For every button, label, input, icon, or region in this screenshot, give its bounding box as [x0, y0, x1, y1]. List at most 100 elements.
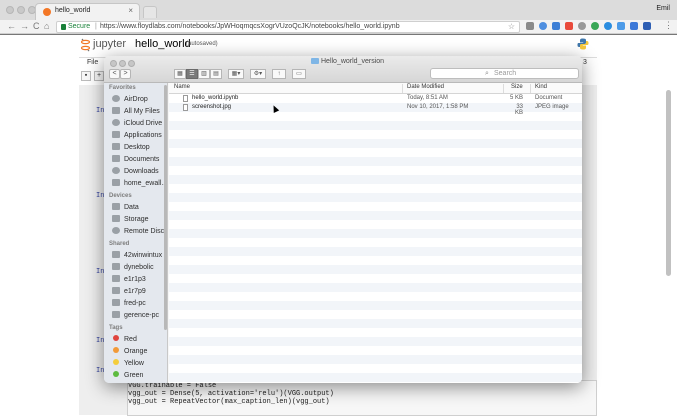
browser-tab-active[interactable]: hello_world ×: [35, 3, 140, 20]
column-header-kind[interactable]: Kind: [535, 84, 547, 90]
sidebar-item-label: Red: [124, 336, 137, 343]
tag-icon[interactable]: ▭: [292, 69, 306, 79]
file-row[interactable]: screenshot.jpg Nov 10, 2017, 1:58 PM 33 …: [169, 103, 582, 116]
extension-icon[interactable]: [526, 22, 534, 30]
home-icon[interactable]: ⌂: [44, 21, 49, 31]
sidebar-item-shared[interactable]: fred-pc: [112, 299, 166, 310]
sidebar-item-shared[interactable]: e1r1p3: [112, 275, 166, 286]
sidebar-item-icloud-drive[interactable]: iCloud Drive: [112, 119, 166, 130]
sidebar-item-label: Downloads: [124, 168, 159, 175]
url-text[interactable]: https://www.floydlabs.com/notebooks/JpWH…: [100, 23, 400, 30]
wifi-icon[interactable]: [578, 22, 586, 30]
chrome-profile-name[interactable]: Emil: [656, 5, 670, 12]
dialog-back-button[interactable]: <: [109, 69, 120, 79]
dialog-close-button[interactable]: [110, 60, 117, 67]
reload-icon[interactable]: C: [33, 21, 40, 31]
column-header-size[interactable]: Size: [511, 84, 523, 90]
coverflow-view-button[interactable]: ▤: [210, 69, 222, 79]
extension-icon[interactable]: [539, 22, 547, 30]
menu-file[interactable]: File: [87, 59, 98, 66]
sidebar-item-label: Remote Disc: [124, 228, 165, 235]
sidebar-item-label: fred-pc: [124, 300, 146, 307]
insert-cell-icon[interactable]: +: [94, 71, 104, 81]
sidebar-item-shared[interactable]: dynebolic: [112, 263, 166, 274]
dialog-zoom-button[interactable]: [128, 60, 135, 67]
sidebar-tag-orange[interactable]: Orange: [112, 347, 166, 358]
drive-icon: [112, 203, 120, 210]
sidebar-item-documents[interactable]: Documents: [112, 155, 166, 166]
sidebar-tag-yellow[interactable]: Yellow: [112, 359, 166, 370]
sidebar-item-airdrop[interactable]: AirDrop: [112, 95, 166, 106]
jupyter-logo-text[interactable]: jupyter: [93, 38, 126, 50]
column-divider[interactable]: [503, 84, 504, 93]
sidebar-item-label: dynebolic: [124, 264, 154, 271]
new-tab-button[interactable]: [143, 6, 157, 18]
tag-dot-icon: [113, 335, 119, 341]
back-icon[interactable]: ←: [7, 21, 16, 31]
dialog-forward-button[interactable]: >: [120, 69, 131, 79]
arrange-button[interactable]: ▦▾: [228, 69, 244, 79]
sidebar-item-storage[interactable]: Storage: [112, 215, 166, 226]
sidebar-item-label: home_ewall...: [124, 180, 168, 187]
list-view-button[interactable]: ☰: [186, 69, 198, 79]
file-browser-dialog: Hello_world_version < > ▦ ☰ ▥ ▤ ▦▾ ⚙▾ ↑ …: [104, 56, 582, 383]
sidebar-tag-red[interactable]: Red: [112, 335, 166, 346]
extension-icon[interactable]: [643, 22, 651, 30]
sidebar-tag-green[interactable]: Green: [112, 371, 166, 382]
sidebar-item-applications[interactable]: Applications: [112, 131, 166, 142]
sidebar-scrollbar[interactable]: [164, 85, 167, 330]
share-icon[interactable]: ↑: [272, 69, 286, 79]
code-cell[interactable]: VGG.trainable = False vgg_out = Dense(5,…: [127, 380, 597, 416]
file-list-header: Name Date Modified Size Kind: [169, 83, 582, 94]
tab-close-icon[interactable]: ×: [128, 6, 133, 15]
sidebar-item-label: Desktop: [124, 144, 150, 151]
sidebar-header-favorites: Favorites: [109, 85, 136, 91]
notebook-name[interactable]: hello_world: [135, 38, 191, 50]
sidebar-item-label: Storage: [124, 216, 149, 223]
chrome-menu-icon[interactable]: ⋮: [664, 20, 673, 31]
sidebar-item-all-my-files[interactable]: All My Files: [112, 107, 166, 118]
extension-icon[interactable]: [617, 22, 625, 30]
page-scrollbar[interactable]: [666, 90, 671, 276]
dialog-title-text: Hello_world_version: [321, 58, 385, 65]
tag-dot-icon: [113, 359, 119, 365]
bookmark-star-icon[interactable]: ☆: [508, 22, 515, 31]
action-gear-icon[interactable]: ⚙▾: [250, 69, 266, 79]
sidebar-item-remote-disc[interactable]: Remote Disc: [112, 227, 166, 238]
image-file-icon: [183, 104, 188, 111]
extension-icon[interactable]: [630, 22, 638, 30]
forward-icon[interactable]: →: [20, 21, 29, 31]
column-divider[interactable]: [530, 84, 531, 93]
sidebar-item-downloads[interactable]: Downloads: [112, 167, 166, 178]
sidebar-header-shared: Shared: [109, 241, 130, 247]
column-view-button[interactable]: ▥: [198, 69, 210, 79]
window-minimize-button[interactable]: [17, 6, 25, 14]
file-row[interactable]: hello_world.ipynb Today, 8:51 AM 5 KB Do…: [169, 94, 582, 103]
sidebar-item-data[interactable]: Data: [112, 203, 166, 214]
dialog-minimize-button[interactable]: [119, 60, 126, 67]
column-header-date[interactable]: Date Modified: [407, 84, 444, 90]
finder-search-field[interactable]: ⌕ Search: [430, 68, 579, 79]
file-size: 33 KB: [514, 104, 523, 116]
file-kind: JPEG image: [535, 104, 569, 110]
sidebar-item-home[interactable]: home_ewall...: [112, 179, 168, 190]
window-close-button[interactable]: [6, 6, 14, 14]
save-icon[interactable]: ▪: [81, 71, 91, 81]
extension-icon[interactable]: [552, 22, 560, 30]
file-list: Name Date Modified Size Kind hello_world…: [169, 83, 582, 383]
column-divider[interactable]: [402, 84, 403, 93]
extension-icon[interactable]: [604, 22, 612, 30]
sidebar-item-shared[interactable]: e1r7p9: [112, 287, 166, 298]
folder-icon: [112, 179, 120, 186]
sidebar-item-shared[interactable]: gerence-pc: [112, 311, 166, 322]
computer-icon: [112, 299, 120, 306]
extension-icon[interactable]: [565, 22, 573, 30]
address-bar[interactable]: Secure | https://www.floydlabs.com/noteb…: [56, 21, 520, 33]
extension-icon[interactable]: [591, 22, 599, 30]
column-header-name[interactable]: Name: [174, 84, 190, 90]
icon-view-button[interactable]: ▦: [174, 69, 186, 79]
file-date: Today, 8:51 AM: [407, 95, 448, 101]
sidebar-item-desktop[interactable]: Desktop: [112, 143, 166, 154]
sidebar-item-shared[interactable]: 42winwintux: [112, 251, 166, 262]
code-line: vgg_out = RepeatVector(max_caption_len)(…: [128, 398, 330, 406]
